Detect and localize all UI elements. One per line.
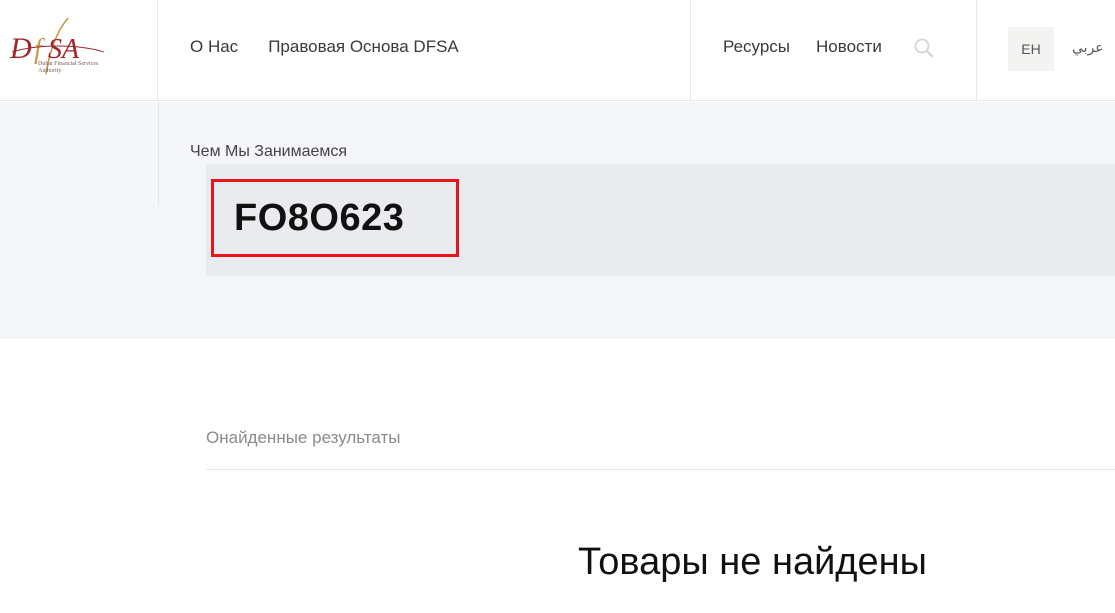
search-hero: Чем Мы Занимаемся FO8O623 [0, 102, 1115, 339]
language-en-button[interactable]: EH [1008, 27, 1054, 71]
search-query-highlight: FO8O623 [211, 179, 459, 257]
breadcrumb[interactable]: Чем Мы Занимаемся [190, 143, 347, 161]
logo-subtitle: Dubai Financial Services Authority [38, 61, 99, 74]
nav-legal-framework[interactable]: Правовая Основа DFSA [268, 37, 459, 57]
search-query-band: FO8O623 [206, 164, 1115, 276]
nav-news[interactable]: Новости [816, 37, 882, 57]
logo-container[interactable]: D f SA Dubai Financial Services Authorit… [0, 0, 158, 101]
search-query-text: FO8O623 [234, 196, 405, 239]
site-header: D f SA Dubai Financial Services Authorit… [0, 0, 1115, 101]
search-icon[interactable] [913, 37, 935, 59]
header-divider [976, 0, 977, 101]
header-divider [690, 0, 691, 101]
results-heading: Онайденные результаты [206, 428, 401, 447]
hero-divider [158, 102, 159, 206]
nav-resources[interactable]: Ресурсы [723, 37, 790, 57]
results-divider [206, 469, 1115, 470]
nav-about[interactable]: О Нас [190, 37, 238, 57]
no-results-message: Товары не найдены [578, 541, 927, 583]
primary-nav: О Нас Правовая Основа DFSA [190, 37, 459, 57]
language-ar-link[interactable]: عربي [1072, 40, 1104, 56]
secondary-nav: Ресурсы Новости [723, 37, 882, 57]
